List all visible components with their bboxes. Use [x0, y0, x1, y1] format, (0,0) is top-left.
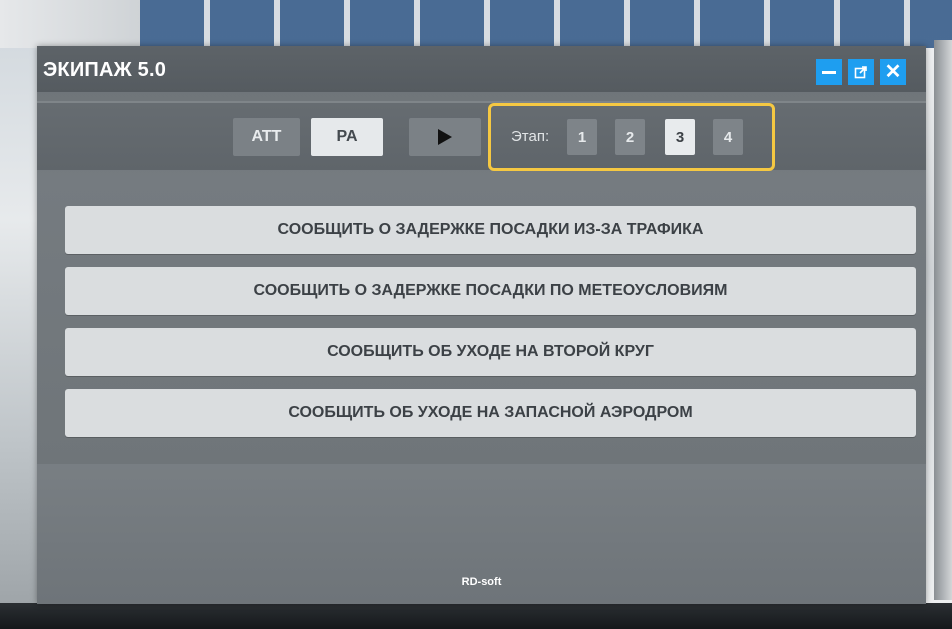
play-button[interactable] — [409, 118, 481, 156]
window-title: ЭКИПАЖ 5.0 — [43, 59, 167, 81]
stage-button-4[interactable]: 4 — [713, 119, 743, 155]
popout-button[interactable] — [848, 59, 874, 85]
popout-icon — [854, 66, 867, 79]
report-weather-delay-button[interactable]: СООБЩИТЬ О ЗАДЕРЖКЕ ПОСАДКИ ПО МЕТЕОУСЛО… — [65, 267, 916, 315]
title-bar[interactable]: ЭКИПАЖ 5.0 ✕ — [37, 46, 926, 92]
stage-button-2[interactable]: 2 — [615, 119, 645, 155]
close-button[interactable]: ✕ — [880, 59, 906, 85]
pa-mode-button[interactable]: PA — [311, 118, 383, 156]
report-alternate-airport-button[interactable]: СООБЩИТЬ ОБ УХОДЕ НА ЗАПАСНОЙ АЭРОДРОМ — [65, 389, 916, 437]
report-traffic-delay-button[interactable]: СООБЩИТЬ О ЗАДЕРЖКЕ ПОСАДКИ ИЗ-ЗА ТРАФИК… — [65, 206, 916, 254]
att-mode-button[interactable]: ATT — [233, 118, 300, 156]
report-go-around-button[interactable]: СООБЩИТЬ ОБ УХОДЕ НА ВТОРОЙ КРУГ — [65, 328, 916, 376]
stage-button-1[interactable]: 1 — [567, 119, 597, 155]
terminal-wall — [0, 0, 140, 48]
mode-toolbar: ATT PA Этап: 1 2 3 4 — [37, 101, 926, 171]
close-icon: ✕ — [884, 61, 902, 83]
cockpit-pillar — [934, 40, 952, 600]
stage-button-3[interactable]: 3 — [665, 119, 695, 155]
minimize-icon — [822, 70, 836, 74]
footer-credit: RD-soft — [461, 576, 502, 588]
stage-label: Этап: — [511, 128, 550, 145]
terminal-windows — [140, 0, 952, 48]
minimize-button[interactable] — [816, 59, 842, 85]
cockpit-panel — [0, 603, 952, 629]
crew-dialog: ЭКИПАЖ 5.0 ✕ ATT PA Этап: 1 2 3 4 СООБЩИ… — [37, 46, 926, 604]
actions-panel: СООБЩИТЬ О ЗАДЕРЖКЕ ПОСАДКИ ИЗ-ЗА ТРАФИК… — [37, 178, 926, 464]
play-icon — [438, 129, 452, 145]
